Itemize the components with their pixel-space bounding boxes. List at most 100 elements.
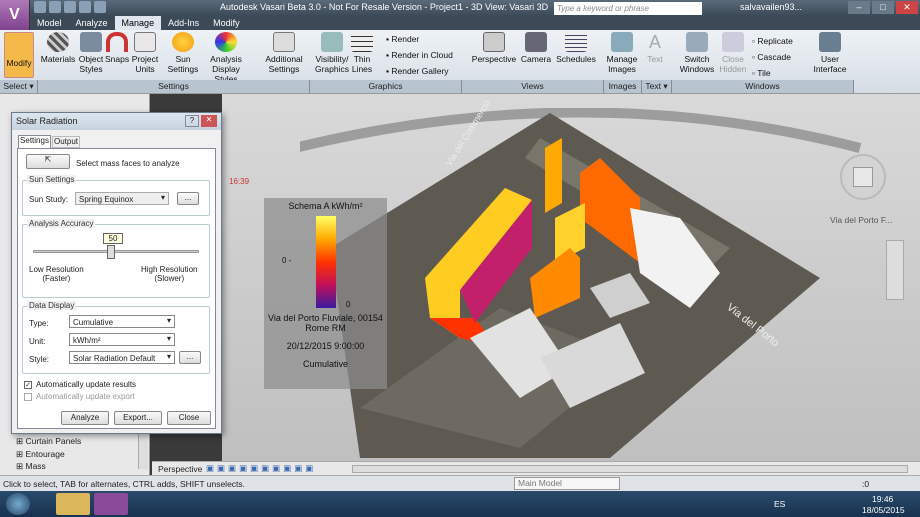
settings-icon bbox=[273, 32, 295, 52]
close-hidden-button[interactable]: Close Hidden bbox=[718, 32, 748, 74]
camera-label: Camera bbox=[520, 54, 552, 64]
sun-icon bbox=[172, 32, 194, 52]
sun-study-field[interactable]: Spring Equinox bbox=[75, 192, 169, 205]
tab-output[interactable]: Output bbox=[52, 136, 80, 148]
view-label: Via del Porto F... bbox=[830, 215, 893, 225]
tree-item-entourage[interactable]: ⊞ Entourage bbox=[16, 449, 65, 460]
close-window-button[interactable]: ✕ bbox=[896, 1, 918, 14]
maximize-button[interactable]: □ bbox=[872, 1, 894, 14]
language-indicator[interactable]: ES bbox=[774, 499, 785, 509]
navigation-bar[interactable] bbox=[886, 240, 904, 300]
window-controls: – □ ✕ bbox=[848, 1, 918, 14]
help-button[interactable]: ? bbox=[185, 115, 199, 127]
measure-icon[interactable] bbox=[94, 1, 106, 13]
group-text[interactable]: Text ▾ bbox=[642, 80, 672, 93]
accuracy-slider-thumb[interactable] bbox=[107, 245, 115, 259]
tab-add-ins[interactable]: Add-Ins bbox=[161, 16, 206, 30]
auto-update-export-label: Automatically update export bbox=[36, 392, 135, 401]
tab-manage[interactable]: Manage bbox=[114, 16, 162, 30]
view-type-label: Perspective bbox=[158, 464, 203, 474]
group-select[interactable]: Select ▾ bbox=[0, 80, 38, 93]
text-button[interactable]: A Text bbox=[644, 32, 666, 64]
mass-building-2 bbox=[545, 138, 562, 213]
tree-item-mass[interactable]: ⊞ Mass bbox=[16, 461, 46, 472]
unit-select[interactable]: kWh/m² bbox=[69, 333, 175, 346]
legend-zero-tick: 0 bbox=[346, 300, 351, 309]
manage-images-button[interactable]: Manage Images bbox=[604, 32, 640, 74]
tab-analyze[interactable]: Analyze bbox=[69, 16, 115, 30]
explorer-taskbar-icon[interactable] bbox=[56, 493, 90, 515]
modify-button[interactable] bbox=[4, 32, 34, 78]
vasari-taskbar-icon[interactable] bbox=[94, 493, 128, 515]
render-button[interactable]: ▪ Render bbox=[386, 34, 419, 44]
analysis-display-styles-button[interactable]: Analysis Display Styles bbox=[200, 32, 252, 84]
render-gallery-label: Render Gallery bbox=[391, 66, 449, 76]
type-value: Cumulative bbox=[73, 318, 114, 327]
tab-settings[interactable]: Settings bbox=[18, 135, 51, 148]
thin-lines-button[interactable]: Thin Lines bbox=[350, 32, 374, 74]
tile-button[interactable]: ▫ Tile bbox=[752, 68, 771, 78]
auto-update-export-checkbox[interactable] bbox=[24, 393, 32, 401]
perspective-button[interactable]: Perspective bbox=[470, 32, 518, 64]
tab-modify[interactable]: Modify bbox=[206, 16, 247, 30]
close-hidden-icon bbox=[722, 32, 744, 52]
schedules-label: Schedules bbox=[556, 54, 596, 64]
view-controls-icons[interactable]: ▣▣▣▣▣▣▣▣▣▣ bbox=[206, 463, 316, 474]
data-display-legend: Data Display bbox=[27, 301, 77, 310]
app-menu-button[interactable]: V bbox=[0, 0, 30, 34]
navigation-cube[interactable] bbox=[840, 154, 886, 200]
export-button[interactable]: Export... bbox=[114, 411, 162, 425]
tab-model[interactable]: Model bbox=[30, 16, 69, 30]
render-gallery-button[interactable]: ▪ Render Gallery bbox=[386, 66, 449, 76]
search-input[interactable]: Type a keyword or phrase bbox=[554, 2, 702, 15]
close-button[interactable]: Close bbox=[167, 411, 211, 425]
analyze-button[interactable]: Analyze bbox=[61, 411, 109, 425]
sun-settings-button[interactable]: Sun Settings bbox=[166, 32, 200, 74]
redo-icon[interactable] bbox=[79, 1, 91, 13]
clock-time: 19:46 bbox=[872, 494, 894, 504]
additional-settings-button[interactable]: Additional Settings bbox=[262, 32, 306, 74]
style-select[interactable]: Solar Radiation Default bbox=[69, 351, 175, 364]
render-cloud-button[interactable]: ▪ Render in Cloud bbox=[386, 50, 453, 60]
object-styles-button[interactable]: Object Styles bbox=[77, 32, 105, 74]
dialog-close-icon[interactable]: ✕ bbox=[201, 115, 217, 127]
camera-button[interactable]: Camera bbox=[520, 32, 552, 64]
snaps-button[interactable]: Snaps bbox=[105, 32, 129, 64]
cube-icon[interactable] bbox=[853, 167, 873, 187]
type-select[interactable]: Cumulative bbox=[69, 315, 175, 328]
schedules-button[interactable]: Schedules bbox=[556, 32, 596, 64]
replicate-button[interactable]: ▫ Replicate bbox=[752, 36, 793, 46]
thin-lines-icon bbox=[351, 32, 373, 52]
minimize-button[interactable]: – bbox=[848, 1, 870, 14]
visibility-icon bbox=[321, 32, 343, 52]
legend-address: Via del Porto Fluviale, 00154 Rome RM bbox=[268, 313, 383, 333]
tile-label: Tile bbox=[757, 68, 771, 78]
visibility-graphics-button[interactable]: Visibility/ Graphics bbox=[312, 32, 352, 74]
model-select[interactable]: Main Model bbox=[514, 477, 620, 490]
group-graphics: Graphics bbox=[310, 80, 462, 93]
auto-update-results-checkbox[interactable]: ✓ bbox=[24, 381, 32, 389]
horizontal-scrollbar[interactable] bbox=[352, 465, 908, 473]
tree-item-curtain-panels[interactable]: ⊞ Curtain Panels bbox=[16, 436, 81, 447]
cascade-button[interactable]: ▫ Cascade bbox=[752, 52, 791, 62]
style-browse-button[interactable]: ... bbox=[179, 351, 201, 364]
dialog-title-bar[interactable]: Solar Radiation ? ✕ bbox=[12, 113, 221, 130]
materials-button[interactable]: Materials bbox=[40, 32, 76, 64]
select-faces-button[interactable]: ⇱ bbox=[26, 154, 70, 169]
low-resolution-label: Low Resolution (Faster) bbox=[29, 265, 84, 283]
project-units-button[interactable]: Project Units bbox=[130, 32, 160, 74]
select-faces-label: Select mass faces to analyze bbox=[76, 159, 180, 168]
undo-icon[interactable] bbox=[64, 1, 76, 13]
user-name[interactable]: salvavailen93... bbox=[740, 2, 802, 12]
sun-settings-label: Sun Settings bbox=[167, 54, 199, 74]
accuracy-slider-track[interactable] bbox=[33, 250, 199, 253]
analysis-accuracy-group: Analysis Accuracy 50 Low Resolution (Fast… bbox=[22, 219, 210, 298]
open-icon[interactable] bbox=[34, 1, 46, 13]
sun-study-browse-button[interactable]: ... bbox=[177, 192, 199, 205]
user-interface-button[interactable]: User Interface bbox=[810, 32, 850, 74]
cascade-label: Cascade bbox=[757, 52, 791, 62]
start-button[interactable] bbox=[6, 493, 30, 515]
object-styles-label: Object Styles bbox=[78, 54, 104, 74]
switch-windows-button[interactable]: Switch Windows bbox=[678, 32, 716, 74]
save-icon[interactable] bbox=[49, 1, 61, 13]
